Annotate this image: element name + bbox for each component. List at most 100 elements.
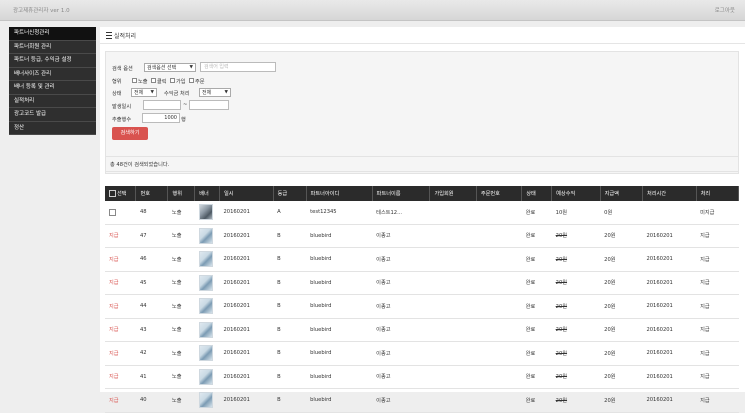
cell-partner-name: 테스트12... [372, 201, 430, 225]
date-label: 발생일시 [112, 104, 132, 110]
table-row[interactable]: 지급 47 노출 20160201 Bbluebird 이종고 완료 20원 20원 201602… [105, 224, 739, 248]
row-checkbox[interactable] [109, 208, 116, 216]
type-option-label: 주문 [195, 79, 205, 85]
sidebar-item-banner-manage[interactable]: 배너 등록 및 관리 [9, 81, 96, 95]
pay-link[interactable]: 지급 [105, 294, 136, 319]
type-option-label: 노출 [138, 79, 148, 85]
cell-expected: 20원 [551, 247, 601, 272]
pay-link[interactable]: 지급 [105, 365, 136, 389]
sidebar-item-partner-members[interactable]: 파트너회원 관리 [9, 40, 96, 54]
col-header: 상태 [521, 186, 553, 201]
sidebar: 파트너신청관리 파트너회원 관리 파트너 등급, 수익금 설정 배너사이즈 관리… [9, 27, 96, 135]
col-header: 가입회원 [429, 186, 477, 201]
pay-link[interactable]: 지급 [105, 271, 136, 295]
cell-no: 42 [135, 341, 168, 366]
table-row[interactable]: 지급 41 노출 20160201 Bbluebird 이종고 완료 20원 20원 201602… [105, 365, 739, 389]
banner-thumbnail [198, 251, 213, 268]
banner-thumbnail [198, 298, 213, 315]
cell-date: 20160201 [219, 365, 274, 389]
table-row[interactable]: 지급 43 노출 20160201 Bbluebird 이종고 완료 20원 20원 201602… [105, 318, 739, 342]
cell-order [476, 271, 522, 295]
cell-status: 완료 [521, 224, 552, 248]
cell-grade: B [273, 318, 307, 342]
cell-member [429, 271, 477, 295]
cell-order [476, 247, 522, 272]
type-checkbox-order[interactable] [189, 78, 194, 83]
banner-thumbnail [198, 345, 213, 362]
cell-grade: B [273, 247, 307, 272]
pay-link[interactable]: 지급 [105, 318, 136, 342]
cell-process: 지급 [696, 224, 739, 248]
search-option-label: 검색 옵션 [112, 66, 133, 72]
cell-date: 20160201 [219, 318, 274, 342]
cell-time [642, 201, 697, 225]
logout-link[interactable]: 로그아웃 [715, 6, 735, 14]
sidebar-item-performance[interactable]: 실적처리 [9, 94, 96, 108]
banner-cell [194, 294, 220, 319]
col-header: 예상수익 [551, 186, 601, 201]
cell-order [476, 341, 522, 366]
search-button[interactable]: 검색하기 [112, 127, 148, 140]
table-row[interactable]: 지급 45 노출 20160201 Bbluebird 이종고 완료 20원 20원 201602… [105, 271, 739, 295]
table-row[interactable]: 지급 42 노출 20160201 Bbluebird 이종고 완료 20원 20원 201602… [105, 341, 739, 366]
cell-expected: 20원 [551, 318, 601, 342]
cell-process: 지급 [696, 318, 739, 342]
cell-partner-id: bluebird [306, 388, 373, 413]
cell-grade: B [273, 224, 307, 248]
banner-cell [194, 224, 220, 248]
sidebar-item-ad-code[interactable]: 광고코드 발급 [9, 108, 96, 122]
table-row[interactable]: 지급 40 노출 20160201 Bbluebird 이종고 완료 20원 20원 201602… [105, 388, 739, 413]
banner-thumbnail [198, 204, 213, 221]
type-checkbox-click[interactable] [151, 78, 156, 83]
results-table: 선택 번호 행위 배너 일시 등급 파트너아이디 파트너이름 가입회원 주문번호… [105, 186, 740, 413]
cell-no: 45 [135, 271, 168, 295]
pay-link[interactable]: 지급 [105, 388, 136, 413]
date-end-input[interactable] [189, 100, 229, 110]
cell-partner-id: bluebird [306, 341, 373, 366]
cell-grade: B [273, 271, 307, 295]
pay-link[interactable]: 지급 [105, 224, 136, 248]
profit-select[interactable]: 전체 ▼ [199, 88, 231, 97]
sidebar-item-banner-size[interactable]: 배너사이즈 관리 [9, 67, 96, 81]
type-checkbox-join[interactable] [170, 78, 175, 83]
row-count-input[interactable]: 1000 [142, 113, 180, 123]
table-row[interactable]: 지급 46 노출 20160201 Bbluebird 이종고 완료 20원 20원 201602… [105, 247, 739, 272]
cell-paid: 20원 [600, 365, 643, 389]
col-header-select[interactable]: 선택 [105, 186, 137, 201]
result-summary-box: 총 48건이 검색되었습니다. [105, 156, 739, 172]
col-header: 행위 [167, 186, 196, 201]
search-option-select[interactable]: 검색옵션 선택 ▼ [144, 63, 196, 72]
chevron-down-icon: ▼ [224, 90, 228, 95]
pay-link[interactable]: 지급 [105, 341, 136, 366]
type-option-label: 클릭 [157, 79, 167, 85]
cell-time: 20160201 [642, 341, 697, 366]
cell-partner-id: test12345 [306, 201, 373, 225]
sidebar-item-partner-apply[interactable]: 파트너신청관리 [9, 27, 96, 41]
keyword-input[interactable]: 검색어 입력 [200, 62, 276, 72]
cell-order [476, 294, 522, 319]
select-all-checkbox[interactable] [109, 190, 116, 197]
cell-member [429, 294, 477, 319]
table-row[interactable]: 48 노출 20160201 Atest12345 테스트12... 완료 10원 0원 미지급 [105, 201, 739, 225]
cell-partner-name: 이종고 [372, 224, 430, 248]
sidebar-item-grade-settings[interactable]: 파트너 등급, 수익금 설정 [9, 54, 96, 68]
cell-paid: 20원 [600, 318, 643, 342]
row-select[interactable] [105, 201, 136, 225]
cell-process: 미지급 [696, 201, 739, 225]
table-body: 48 노출 20160201 Atest12345 테스트12... 완료 10원 0원 미지급… [105, 201, 739, 413]
cell-time: 20160201 [642, 365, 697, 389]
type-checkbox-impression[interactable] [132, 78, 137, 83]
date-start-input[interactable] [143, 100, 181, 110]
sidebar-item-settlement[interactable]: 정산 [9, 121, 96, 135]
cell-no: 46 [135, 247, 168, 272]
row-count-label: 추출행수 [112, 117, 132, 123]
cell-no: 44 [135, 294, 168, 319]
col-header: 파트너이름 [372, 186, 431, 201]
status-select[interactable]: 전체 ▼ [131, 88, 157, 97]
cell-date: 20160201 [219, 201, 274, 225]
pay-link[interactable]: 지급 [105, 247, 136, 272]
cell-partner-name: 이종고 [372, 318, 430, 342]
table-row[interactable]: 지급 44 노출 20160201 Bbluebird 이종고 완료 20원 20원 201602… [105, 294, 739, 319]
cell-process: 지급 [696, 247, 739, 272]
cell-status: 완료 [521, 341, 552, 366]
